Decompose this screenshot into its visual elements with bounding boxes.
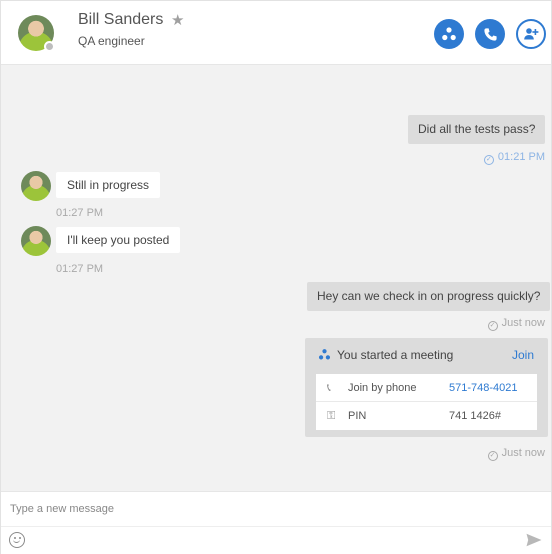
phone-icon: 📞︎	[327, 382, 331, 394]
outgoing-message[interactable]: Hey can we check in on progress quickly?	[307, 282, 551, 311]
incoming-message[interactable]: I'll keep you posted	[56, 227, 181, 253]
message-timestamp: ✓ Just now	[487, 447, 545, 461]
call-button[interactable]	[475, 19, 505, 49]
message-timestamp: 01:27 PM	[56, 207, 104, 219]
seen-check-icon: ✓	[483, 155, 494, 165]
meeting-title: You started a meeting	[337, 348, 454, 362]
message-composer	[1, 491, 551, 554]
key-icon: ⚿	[327, 410, 336, 422]
meeting-icon	[442, 27, 456, 41]
message-input[interactable]	[1, 492, 551, 526]
presence-status-icon	[44, 41, 55, 52]
pin-value: 741 1426#	[449, 410, 501, 422]
join-by-phone-row: 📞︎ Join by phone 571-748-4021	[316, 374, 537, 402]
outgoing-message[interactable]: Did all the tests pass?	[408, 115, 546, 144]
sent-check-icon: ✓	[487, 321, 498, 331]
message-timestamp: ✓ Just now	[487, 317, 545, 331]
meeting-details: 📞︎ Join by phone 571-748-4021 ⚿ PIN 741 …	[316, 374, 537, 430]
sender-avatar[interactable]	[21, 171, 51, 201]
start-meeting-button[interactable]	[434, 19, 464, 49]
contact-name[interactable]: Bill Sanders	[78, 11, 163, 29]
phone-number-link[interactable]: 571-748-4021	[449, 382, 518, 394]
contact-title: QA engineer	[78, 34, 145, 48]
message-timestamp: ✓ 01:21 PM	[483, 151, 545, 165]
emoji-icon[interactable]	[9, 532, 25, 548]
send-icon[interactable]	[526, 533, 542, 547]
favorite-star-icon[interactable]: ★	[171, 11, 184, 29]
chat-header: Bill Sanders ★ QA engineer	[1, 1, 551, 65]
message-timestamp: 01:27 PM	[56, 263, 104, 275]
sent-check-icon: ✓	[487, 451, 498, 461]
join-by-phone-label: Join by phone	[348, 382, 417, 394]
composer-divider	[1, 526, 551, 527]
pin-label: PIN	[348, 410, 367, 422]
phone-icon	[483, 27, 497, 41]
meeting-card: You started a meeting Join 📞︎ Join by ph…	[305, 338, 548, 437]
add-participant-button[interactable]	[516, 19, 546, 49]
join-meeting-link[interactable]: Join	[512, 348, 534, 362]
pin-row: ⚿ PIN 741 1426#	[316, 402, 537, 430]
meeting-icon	[318, 349, 331, 360]
sender-avatar[interactable]	[21, 226, 51, 256]
incoming-message[interactable]: Still in progress	[56, 172, 161, 198]
chat-window: Bill Sanders ★ QA engineer Did all the t…	[0, 0, 552, 554]
add-person-icon	[524, 28, 539, 40]
